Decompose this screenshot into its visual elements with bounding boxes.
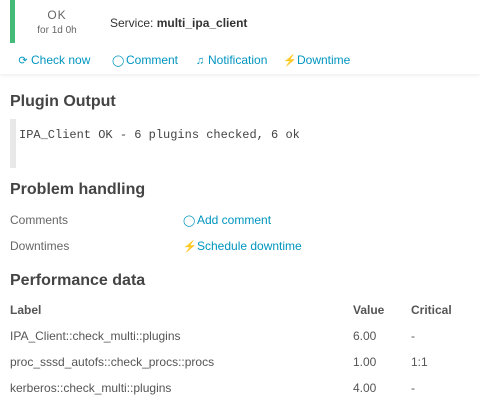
state-badge: OK for 1d 0h xyxy=(10,0,99,43)
comment-button[interactable]: ◯ Comment xyxy=(112,53,178,67)
schedule-downtime-label: Schedule downtime xyxy=(197,239,302,253)
plugin-output-text: IPA_Client OK - 6 plugins checked, 6 ok xyxy=(19,128,300,142)
perf-row-value: 6.00 xyxy=(353,329,377,343)
service-prefix: Service: xyxy=(110,16,154,30)
perf-row-label: IPA_Client::check_multi::plugins xyxy=(10,329,181,343)
notification-button[interactable]: ♫ Notification xyxy=(194,53,268,67)
refresh-icon: ⟳ xyxy=(18,55,28,67)
downtime-button[interactable]: ⚡Downtime xyxy=(283,53,350,67)
perf-row-critical: - xyxy=(411,381,415,395)
perf-row-value: 1.00 xyxy=(353,355,377,369)
plug-icon: ⚡ xyxy=(183,241,197,253)
perf-row-label: kerberos::check_multi::plugins xyxy=(10,381,172,395)
add-comment-link[interactable]: ◯ Add comment xyxy=(183,213,271,227)
add-comment-label: Add comment xyxy=(197,213,272,227)
service-name: multi_ipa_client xyxy=(156,16,248,30)
comment-icon: ◯ xyxy=(183,215,196,227)
downtime-label: Downtime xyxy=(297,53,351,67)
state-since: for 1d 0h xyxy=(37,25,77,36)
service-header: OK for 1d 0h Service: multi_ipa_client ⟳… xyxy=(0,0,480,74)
comment-label: Comment xyxy=(126,53,179,67)
service-title: Service: multi_ipa_client xyxy=(110,16,247,30)
perf-row-critical: 1:1 xyxy=(411,355,428,369)
schedule-downtime-link[interactable]: ⚡Schedule downtime xyxy=(183,239,302,253)
plug-icon: ⚡ xyxy=(283,55,297,67)
column-header-value: Value xyxy=(353,303,385,317)
perf-row-value: 4.00 xyxy=(353,381,377,395)
column-header-label: Label xyxy=(10,303,42,317)
comment-icon: ◯ xyxy=(112,55,125,67)
comments-label: Comments xyxy=(10,213,69,227)
column-header-critical: Critical xyxy=(411,303,452,317)
bell-icon: ♫ xyxy=(195,55,205,67)
plugin-output-heading: Plugin Output xyxy=(10,93,116,110)
check-now-label: Check now xyxy=(31,53,91,67)
performance-data-heading: Performance data xyxy=(10,272,146,289)
perf-row-label: proc_sssd_autofs::check_procs::procs xyxy=(10,355,215,369)
perf-row-critical: - xyxy=(411,329,415,343)
downtimes-label: Downtimes xyxy=(10,239,70,253)
problem-handling-heading: Problem handling xyxy=(10,181,146,198)
plugin-output-box: IPA_Client OK - 6 plugins checked, 6 ok xyxy=(10,119,472,168)
notification-label: Notification xyxy=(208,53,268,67)
state-label: OK xyxy=(47,8,67,22)
check-now-button[interactable]: ⟳ Check now xyxy=(17,53,90,67)
